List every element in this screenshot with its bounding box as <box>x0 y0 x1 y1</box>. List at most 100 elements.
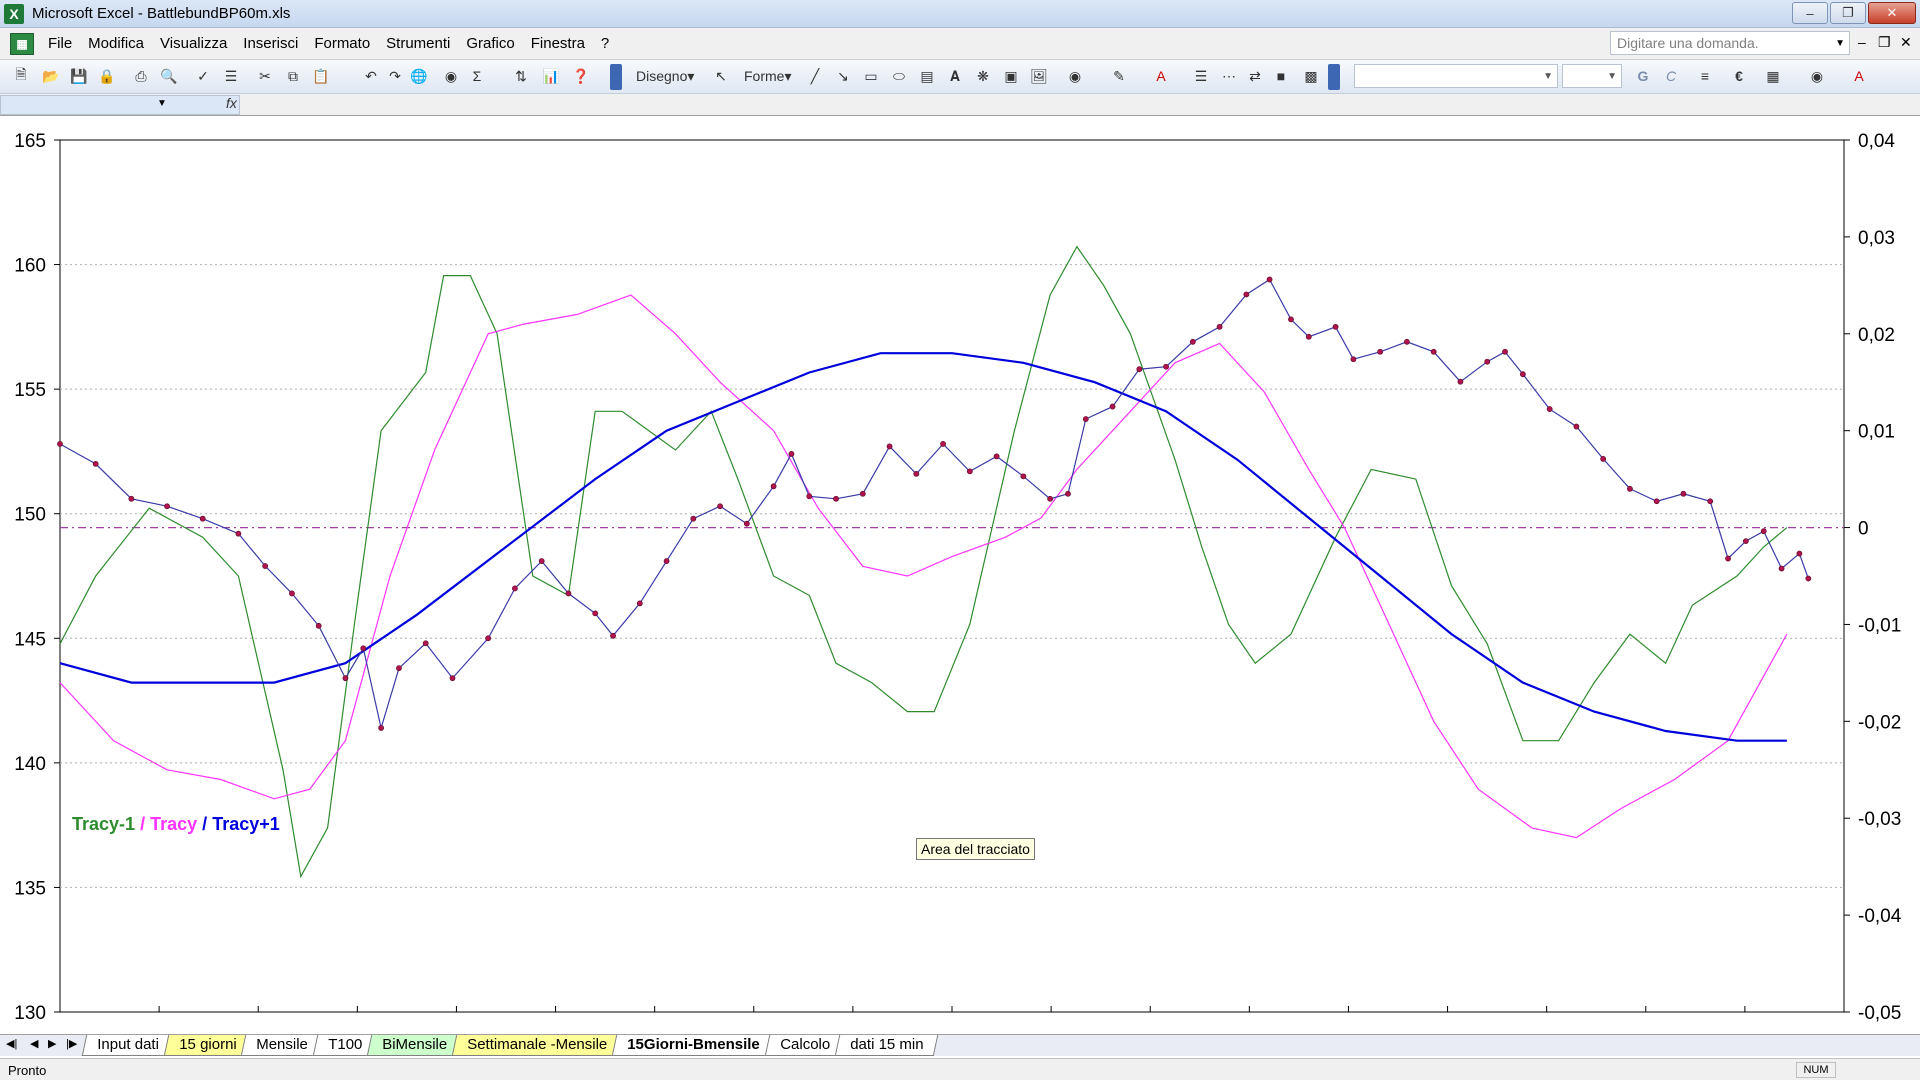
menu-visualizza[interactable]: Visualizza <box>160 35 227 52</box>
undo-icon[interactable]: ↶ <box>360 65 382 87</box>
sheet-tab-bar: ◀| ◀ ▶ |▶ Input dati 15 giorni Mensile T100… <box>0 1034 1920 1056</box>
minimize-button[interactable]: – <box>1792 2 1828 24</box>
function-icon[interactable]: fx <box>226 95 237 111</box>
picture-icon[interactable]: 🖼 <box>1028 65 1050 87</box>
web-icon[interactable]: ◉ <box>440 65 462 87</box>
ask-question-input[interactable]: Digitare una domanda. ▼ <box>1610 31 1850 55</box>
line-color-icon[interactable]: ✎ <box>1108 65 1130 87</box>
paste-icon[interactable]: 📋 <box>310 65 332 87</box>
fill-color-icon[interactable]: ◉ <box>1064 65 1086 87</box>
redo-icon[interactable]: ↷ <box>384 65 406 87</box>
excel-icon[interactable]: X <box>4 3 24 24</box>
autosum-icon[interactable]: Σ <box>466 65 488 87</box>
copy-icon[interactable]: ⧉ <box>282 65 304 87</box>
sheet-tab[interactable]: Calcolo <box>764 1035 846 1056</box>
price-point-marker <box>1519 371 1526 378</box>
cut-icon[interactable]: ✂ <box>254 65 276 87</box>
shadow-icon[interactable]: ■ <box>1270 65 1292 87</box>
arrow-style-icon[interactable]: ⇄ <box>1244 65 1266 87</box>
font-name-select[interactable]: ▼ <box>1354 64 1558 88</box>
currency-button[interactable]: € <box>1728 65 1750 87</box>
menu-strumenti[interactable]: Strumenti <box>386 35 450 52</box>
menu-file[interactable]: File <box>48 35 72 52</box>
hyperlink-icon[interactable]: 🌐 <box>408 65 430 87</box>
close-button[interactable]: ✕ <box>1868 2 1916 24</box>
textbox-icon[interactable]: ▤ <box>916 65 938 87</box>
wordart-icon[interactable]: 𝐀 <box>944 65 966 87</box>
help-icon[interactable]: ❓ <box>570 65 592 87</box>
align-icon[interactable]: ≡ <box>1694 65 1716 87</box>
price-point-marker <box>1430 348 1437 355</box>
chevron-down-icon[interactable]: ▼ <box>157 98 167 109</box>
open-icon[interactable]: 📂 <box>40 65 62 87</box>
sheet-tab[interactable]: Input dati <box>81 1035 174 1056</box>
price-point-marker <box>1163 363 1169 370</box>
first-sheet-icon[interactable]: ◀| <box>6 1037 17 1050</box>
last-sheet-icon[interactable]: |▶ <box>66 1037 77 1050</box>
shapes-menu-button[interactable]: Forme ▾ <box>744 65 791 87</box>
new-icon[interactable]: 🗎 <box>10 65 32 87</box>
prev-sheet-icon[interactable]: ◀ <box>30 1037 38 1050</box>
chart-wizard-icon[interactable]: 📊 <box>540 65 562 87</box>
menu-grafico[interactable]: Grafico <box>466 35 514 52</box>
sort-icon[interactable]: ⇅ <box>510 65 532 87</box>
sheet-tab[interactable]: 15Giorni-Bmensile <box>612 1035 776 1056</box>
diagram-icon[interactable]: ❋ <box>972 65 994 87</box>
menu-formato[interactable]: Formato <box>314 35 370 52</box>
chevron-down-icon[interactable]: ▼ <box>1835 38 1845 49</box>
menu-inserisci[interactable]: Inserisci <box>243 35 298 52</box>
italic-button[interactable]: C <box>1660 65 1682 87</box>
price-point-marker <box>1266 276 1273 283</box>
name-box[interactable]: ▼ <box>0 95 240 115</box>
chart-plot[interactable]: 165 160 155 150 145 140 135 130 0,04 0,03 0,02 0,01… <box>0 116 1920 1034</box>
spelling-icon[interactable]: ✓ <box>192 65 214 87</box>
oval-icon[interactable]: ⬭ <box>888 65 910 87</box>
price-point-marker <box>690 515 697 522</box>
series-line-tracy-1 <box>59 245 1788 879</box>
restore-button[interactable]: ❐ <box>1830 2 1866 24</box>
print-preview-icon[interactable]: 🔍 <box>158 65 180 87</box>
select-pointer-icon[interactable]: ↖ <box>710 65 732 87</box>
menu-modifica[interactable]: Modifica <box>88 35 144 52</box>
price-point-marker <box>164 503 170 510</box>
dash-style-icon[interactable]: ⋯ <box>1218 65 1240 87</box>
print-icon[interactable]: ⎙ <box>130 65 152 87</box>
line-style-icon[interactable]: ☰ <box>1190 65 1212 87</box>
sheet-tab[interactable]: BiMensile <box>366 1035 463 1056</box>
clipart-icon[interactable]: ▣ <box>1000 65 1022 87</box>
menu-finestra[interactable]: Finestra <box>531 35 585 52</box>
permission-icon[interactable]: 🔒 <box>96 65 118 87</box>
chart-area[interactable]: 165 160 155 150 145 140 135 130 0,04 0,03 0,02 0,01… <box>0 116 1920 1034</box>
price-point-marker <box>1082 416 1089 422</box>
ask-question-placeholder: Digitare una domanda. <box>1617 35 1759 51</box>
sheet-tab-label: BiMensile <box>382 1036 448 1053</box>
doc-restore-icon[interactable]: ❐ <box>1878 34 1891 51</box>
fill-color-icon-2[interactable]: ◉ <box>1806 65 1828 87</box>
draw-menu-button[interactable]: Disegno ▾ <box>636 65 694 87</box>
doc-minimize-icon[interactable]: – <box>1858 34 1866 50</box>
doc-close-icon[interactable]: ✕ <box>1900 34 1912 51</box>
research-icon[interactable]: ☰ <box>220 65 242 87</box>
menu-help[interactable]: ? <box>601 35 609 52</box>
toolbar-grip-2[interactable] <box>1328 64 1340 90</box>
rectangle-icon[interactable]: ▭ <box>860 65 882 87</box>
arrow-icon[interactable]: ↘ <box>832 65 854 87</box>
sheet-tab[interactable]: Mensile <box>241 1035 324 1056</box>
line-icon[interactable]: ╱ <box>804 65 826 87</box>
series-line-tracy <box>59 294 1788 839</box>
font-color-icon-2[interactable]: A <box>1848 65 1870 87</box>
bold-button[interactable]: G <box>1632 65 1654 87</box>
font-color-icon[interactable]: A <box>1150 65 1172 87</box>
next-sheet-icon[interactable]: ▶ <box>48 1037 56 1050</box>
borders-icon[interactable]: ▦ <box>1762 65 1784 87</box>
sheet-tab[interactable]: 15 giorni <box>163 1035 252 1056</box>
chart-document-icon[interactable]: ▦ <box>10 32 34 55</box>
title-bar: X Microsoft Excel - BattlebundBP60m.xls … <box>0 0 1920 28</box>
price-point-marker <box>1457 378 1464 385</box>
font-size-select[interactable]: ▼ <box>1562 64 1622 88</box>
toolbar-grip[interactable] <box>610 64 622 90</box>
sheet-tab[interactable]: dati 15 min <box>834 1035 939 1056</box>
3d-icon[interactable]: ▩ <box>1300 65 1322 87</box>
save-icon[interactable]: 💾 <box>68 65 90 87</box>
sheet-tab[interactable]: Settimanale -Mensile <box>451 1035 623 1056</box>
